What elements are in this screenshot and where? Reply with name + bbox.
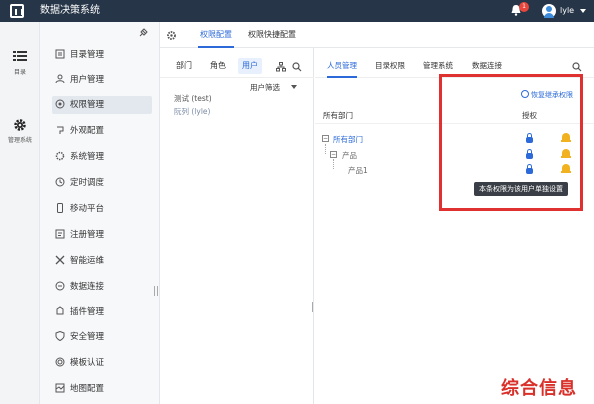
tab-permission-config[interactable]: 权限配置 [198, 22, 234, 48]
system-icon [54, 151, 65, 162]
menu-item-mobile[interactable]: 移动平台 [52, 200, 152, 218]
org-structure-icon[interactable] [276, 62, 286, 74]
collapse-toggle-icon[interactable]: − [322, 135, 329, 142]
gear-icon[interactable] [166, 30, 178, 42]
menu-item-security[interactable]: 安全管理 [52, 328, 152, 346]
tab-personnel-management[interactable]: 人员管理 [327, 60, 357, 78]
username[interactable]: lyle [560, 5, 574, 17]
chevron-down-icon[interactable] [291, 85, 297, 89]
side-menu: 目录管理 用户管理 权限管理 外观配置 系统管理 定时调度 移动平台 注册管理 … [40, 22, 160, 404]
menu-item-user-management[interactable]: 用户管理 [52, 71, 152, 89]
app-title: 数据决策系统 [40, 5, 100, 16]
menu-label: 安全管理 [70, 332, 105, 342]
tab-user[interactable]: 用户 [238, 58, 262, 74]
menu-label: 权限管理 [70, 100, 105, 110]
page-tabs: 权限配置 权限快捷配置 [160, 22, 594, 48]
menu-label: 注册管理 [70, 230, 105, 240]
annotation-highlight-box [439, 74, 583, 211]
menu-item-map-config[interactable]: 地图配置 [52, 380, 152, 398]
subject-tabs: 部门 角色 用户 [160, 56, 314, 78]
mobile-icon [54, 203, 65, 214]
menu-item-permission-management[interactable]: 权限管理 [52, 96, 152, 114]
menu-label: 系统管理 [70, 152, 105, 162]
menu-label: 用户管理 [70, 75, 105, 85]
menu-item-template-cert[interactable]: 模板认证 [52, 354, 152, 372]
search-icon[interactable] [292, 62, 302, 74]
tree-connector [325, 144, 326, 154]
chevron-down-icon[interactable] [580, 9, 586, 13]
tab-role[interactable]: 角色 [206, 60, 230, 72]
menu-label: 模板认证 [70, 358, 105, 368]
ops-icon [54, 255, 65, 266]
watermark: 综合信息 [501, 378, 577, 399]
certificate-icon [54, 357, 65, 368]
register-icon [54, 229, 65, 240]
tree-connector [333, 159, 334, 169]
menu-item-data-connection[interactable]: 数据连接 [52, 278, 152, 296]
shield-icon [54, 99, 65, 110]
rail-label-catalog: 目录 [13, 69, 26, 76]
tab-management-system[interactable]: 管理系统 [423, 60, 453, 72]
resize-handle[interactable] [154, 286, 158, 296]
tree-node-label[interactable]: 产品1 [348, 165, 368, 176]
menu-item-plugin[interactable]: 插件管理 [52, 303, 152, 321]
pin-icon[interactable] [138, 28, 150, 40]
menu-label: 外观配置 [70, 126, 105, 136]
rail-item-management[interactable]: 管理系统 [0, 118, 40, 144]
app-logo-icon [10, 4, 24, 18]
security-icon [54, 330, 65, 342]
menu-label: 插件管理 [70, 307, 105, 317]
list-icon [13, 50, 27, 64]
menu-label: 数据连接 [70, 282, 105, 292]
link-icon [54, 281, 65, 292]
menu-item-schedule[interactable]: 定时调度 [52, 174, 152, 192]
menu-item-register[interactable]: 注册管理 [52, 226, 152, 244]
user-filter-dropdown[interactable]: 用户筛选 [250, 82, 280, 93]
left-rail: 目录 管理系统 [0, 22, 40, 404]
avatar[interactable] [542, 4, 556, 18]
menu-item-appearance[interactable]: 外观配置 [52, 122, 152, 140]
gear-icon [13, 118, 27, 132]
tab-permission-quick-config[interactable]: 权限快捷配置 [246, 22, 298, 48]
menu-item-smart-ops[interactable]: 智能运维 [52, 252, 152, 270]
top-header: 数据决策系统 1 lyle [0, 0, 594, 22]
user-icon [54, 74, 65, 85]
menu-item-system[interactable]: 系统管理 [52, 148, 152, 166]
tab-data-connection[interactable]: 数据连接 [472, 60, 502, 72]
folder-icon [54, 49, 65, 60]
menu-label: 智能运维 [70, 256, 105, 266]
menu-label: 移动平台 [70, 204, 105, 214]
list-item[interactable]: 测试 (test) [174, 93, 212, 104]
tree-node-label[interactable]: 所有部门 [333, 134, 363, 145]
menu-item-catalog-management[interactable]: 目录管理 [52, 46, 152, 64]
tab-department[interactable]: 部门 [172, 60, 196, 72]
rail-item-catalog[interactable]: 目录 [0, 50, 40, 76]
plugin-icon [54, 306, 65, 317]
menu-label: 定时调度 [70, 178, 105, 188]
collapse-toggle-icon[interactable]: − [330, 151, 337, 158]
rail-label-management: 管理系统 [7, 137, 32, 144]
list-item[interactable]: 阮列 (lyle) [174, 106, 210, 117]
palette-icon [54, 125, 65, 136]
tree-node-label[interactable]: 产品 [342, 150, 357, 161]
map-icon [54, 383, 65, 394]
menu-label: 地图配置 [70, 384, 105, 394]
clock-icon [54, 177, 65, 188]
notification-badge: 1 [519, 2, 529, 12]
column-header-department: 所有部门 [323, 111, 353, 120]
tab-catalog-permission[interactable]: 目录权限 [375, 60, 405, 72]
menu-label: 目录管理 [70, 50, 105, 60]
subject-panel: 部门 角色 用户 用户筛选 测试 (test) 阮列 (lyle) [160, 48, 316, 404]
